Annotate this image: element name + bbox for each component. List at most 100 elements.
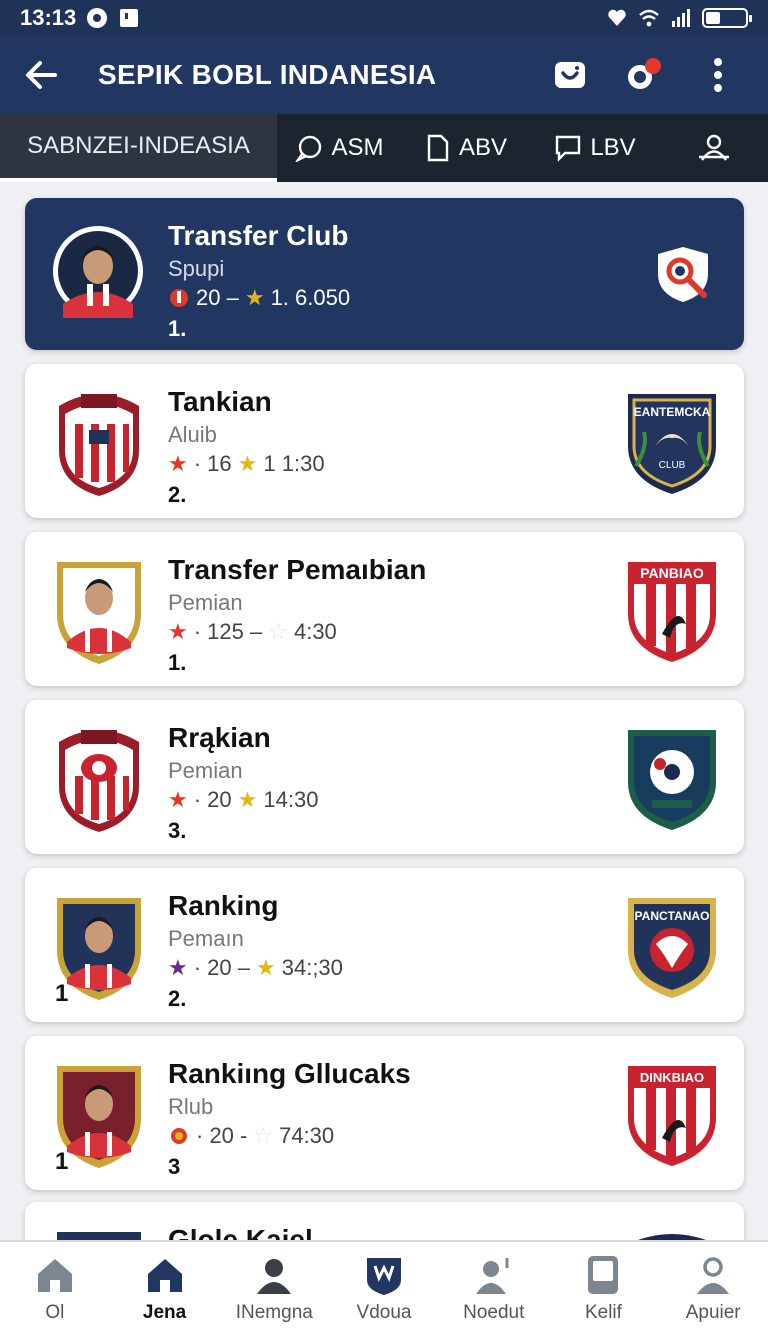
whistle-icon: [170, 289, 188, 307]
tab-people[interactable]: [660, 114, 768, 182]
card-subtitle: Spupi: [168, 256, 225, 281]
nav-item-vdoua[interactable]: Vdoua: [329, 1242, 439, 1344]
stat-secondary: 4:30: [293, 619, 337, 644]
card-side-number: 1: [55, 1148, 69, 1175]
tab-abv[interactable]: ABV: [402, 114, 530, 182]
ranking-list: Transfer Club Spupi 20 – ★ 1. 6.050 1. T…: [0, 182, 768, 1240]
star-icon: ★: [168, 451, 188, 476]
stat-secondary: 14:30: [263, 787, 319, 812]
list-item[interactable]: 1 Rankiıng Gllucaks Rlub · 20 - ☆ 74:30 …: [25, 1036, 744, 1190]
battery-icon: [702, 8, 752, 28]
nav-label: Noedut: [463, 1302, 525, 1323]
list-item[interactable]: Transfer Pemaıbian Pemian ★ · 125 – ☆ 4:…: [25, 532, 744, 686]
stat-secondary: 1. 6.050: [270, 285, 351, 310]
nav-item-apuier[interactable]: Apuier: [658, 1242, 768, 1344]
list-item[interactable]: Glole Kaiel: [25, 1202, 744, 1240]
status-time: 13:13: [20, 5, 77, 30]
status-right: [606, 7, 752, 29]
nav-label: Kelif: [584, 1302, 622, 1323]
nav-item-ol[interactable]: Ol: [0, 1242, 110, 1344]
document-icon: [427, 134, 449, 162]
page-title: SEPIK BOBL INDANESIA: [98, 59, 437, 90]
star-icon: ★: [256, 955, 276, 980]
tab-label: ABV: [458, 134, 508, 161]
signal-icon: [672, 9, 690, 27]
card-title: Rrąkian: [168, 722, 271, 753]
star-icon: ★: [168, 787, 188, 812]
card-title: Transfer Pemaıbian: [168, 554, 427, 585]
logo-text: EANTEMCKA: [634, 405, 711, 419]
back-button[interactable]: [0, 36, 82, 114]
tab-lbv[interactable]: LBV: [530, 114, 660, 182]
list-item[interactable]: Rrąkian Pemian ★ · 20 ★ 14:30 3.: [25, 700, 744, 854]
person-group-icon: [699, 134, 729, 161]
app-bar: SEPIK BOBL INDANESIA: [0, 36, 768, 114]
star-icon: ★: [168, 955, 188, 980]
card-rank: 2.: [168, 986, 187, 1011]
stat-secondary: 1 1:30: [263, 451, 325, 476]
person-icon: [257, 1259, 292, 1294]
tab-label: ASM: [331, 134, 384, 161]
club-logo-icon: PANCTANAO: [628, 898, 716, 998]
list-item[interactable]: Transfer Club Spupi 20 – ★ 1. 6.050 1.: [25, 198, 744, 350]
nav-item-kelif[interactable]: Kelif: [549, 1242, 659, 1344]
card-rank: 1.: [168, 650, 187, 675]
stat-primary: · 16: [193, 451, 232, 476]
comment-icon: [556, 135, 581, 162]
card-rank: 3: [168, 1154, 181, 1179]
star-outline-icon: ☆: [268, 619, 288, 644]
nav-item-noedut[interactable]: Noedut: [439, 1242, 549, 1344]
chat-icon: [295, 135, 322, 162]
stat-primary: · 125 –: [193, 619, 263, 644]
nav-label: Ol: [45, 1302, 65, 1323]
card-stats: 20 – ★ 1. 6.050: [168, 285, 350, 311]
search-button[interactable]: [652, 244, 714, 306]
list-item[interactable]: 1 Ranking Pemaın ★ · 20 – ★ 34:;30 2. PA…: [25, 868, 744, 1022]
tab-label: LBV: [590, 134, 636, 161]
nav-item-jena[interactable]: Jena: [110, 1242, 220, 1344]
nav-item-inemgna[interactable]: INemgna: [219, 1242, 329, 1344]
star-icon: ★: [168, 619, 188, 644]
star-icon: ★: [237, 451, 258, 476]
list-item[interactable]: Tankian Aluib ★ · 16 ★ 1 1:30 2. EANTEMC…: [25, 364, 744, 518]
player-avatar: [53, 226, 143, 318]
tablet-icon: [588, 1256, 619, 1294]
club-logo-icon: PANBIAO: [628, 562, 716, 662]
club-logo-icon: EANTEMCKA CLUB: [628, 394, 716, 494]
nav-label: INemgna: [235, 1302, 313, 1323]
card-stats: ★ · 20 ★ 14:30: [168, 787, 318, 813]
status-bar: 13:13: [0, 0, 768, 36]
stat-primary: · 20: [193, 787, 232, 812]
profile-icon: [697, 1257, 730, 1294]
football-club-logo-icon: [628, 730, 716, 830]
card-subtitle: Aluib: [168, 422, 217, 447]
notifications-button[interactable]: [622, 53, 666, 97]
card-stats: ★ · 125 – ☆ 4:30: [168, 619, 426, 645]
tab-sabnzei-indeasia[interactable]: SABNZEI-INDEASIA: [0, 114, 277, 182]
card-title: Transfer Club: [168, 220, 349, 251]
card-subtitle: Pemian: [168, 758, 243, 783]
star-outline-icon: ☆: [253, 1123, 274, 1148]
person-add-icon: [475, 1258, 509, 1294]
notification-icon: [120, 9, 139, 27]
star-icon: ★: [244, 285, 265, 310]
star-icon: ★: [237, 787, 258, 812]
tab-asm[interactable]: ASM: [277, 114, 402, 182]
nav-label: Vdoua: [356, 1302, 412, 1323]
heart-icon: [608, 9, 626, 26]
search-icon: [658, 247, 708, 302]
card-stats: ★ · 16 ★ 1 1:30: [168, 451, 325, 477]
whistle-icon: [171, 1128, 187, 1144]
card-stats: · 20 - ☆ 74:30: [168, 1123, 411, 1149]
club-crest-icon: [59, 394, 139, 496]
more-vert-icon: [714, 58, 722, 92]
more-menu-button[interactable]: [696, 53, 740, 97]
logo-subtext: CLUB: [659, 460, 686, 471]
arrow-left-icon: [26, 61, 57, 89]
club-logo-icon: [638, 1234, 706, 1240]
club-logo-icon: DINKBIAO: [628, 1066, 716, 1166]
stat-secondary: 34:;30: [281, 955, 343, 980]
card-subtitle: Pemaın: [168, 926, 244, 951]
camera-button[interactable]: [548, 53, 592, 97]
logo-text: PANCTANAO: [635, 909, 710, 923]
